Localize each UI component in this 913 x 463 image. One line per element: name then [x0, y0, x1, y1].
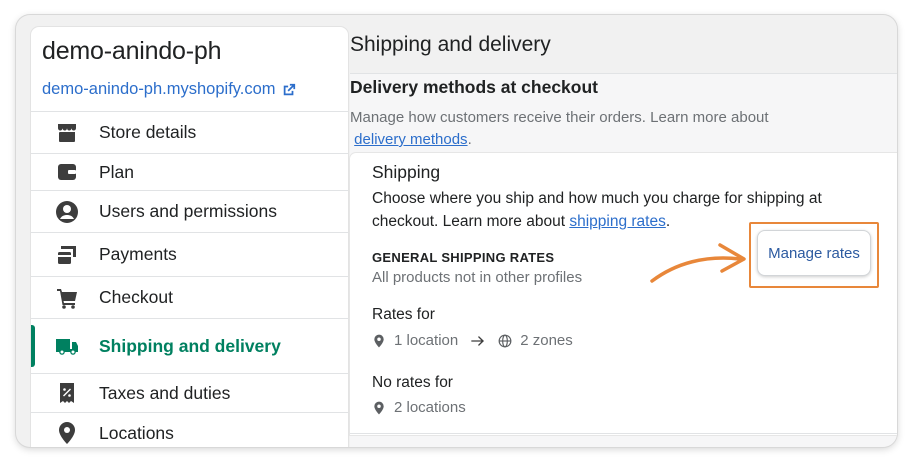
- sidebar-item-plan[interactable]: Plan: [31, 153, 348, 190]
- receipt-percent-icon: [54, 380, 80, 406]
- general-shipping-rates-subtitle: All products not in other profiles: [372, 269, 583, 286]
- no-rates-for-label: No rates for: [372, 374, 453, 391]
- user-icon: [54, 199, 80, 225]
- manage-rates-button[interactable]: Manage rates: [757, 230, 871, 276]
- location-pin-icon: [54, 420, 80, 446]
- store-url-link[interactable]: demo-anindo-ph.myshopify.com: [42, 80, 296, 99]
- app-window: demo-anindo-ph demo-anindo-ph.myshopify.…: [16, 15, 897, 447]
- card-divider: [350, 433, 897, 434]
- annotation-arrow-icon: [650, 243, 746, 283]
- general-shipping-rates-heading: GENERAL SHIPPING RATES: [372, 250, 555, 265]
- sidebar-item-label: Taxes and duties: [99, 382, 231, 403]
- store-icon: [54, 120, 80, 146]
- wallet-icon: [54, 159, 80, 185]
- settings-nav: Store details Plan Users and permissions…: [31, 111, 348, 447]
- sidebar-item-locations[interactable]: Locations: [31, 412, 348, 447]
- delivery-methods-link[interactable]: delivery methods: [354, 131, 467, 148]
- rates-for-label: Rates for: [372, 306, 435, 323]
- zone-count: 2 zones: [520, 332, 573, 349]
- sidebar-item-users-and-permissions[interactable]: Users and permissions: [31, 190, 348, 232]
- sidebar-item-label: Plan: [99, 161, 135, 182]
- page-title: Shipping and delivery: [350, 33, 551, 56]
- shipping-title: Shipping: [372, 162, 441, 182]
- location-pin-icon: [374, 401, 384, 414]
- settings-sidebar: demo-anindo-ph demo-anindo-ph.myshopify.…: [31, 27, 348, 447]
- cart-icon: [54, 285, 80, 311]
- sidebar-item-payments[interactable]: Payments: [31, 232, 348, 276]
- globe-icon: [498, 334, 512, 347]
- location-pin-icon: [374, 334, 384, 347]
- sidebar-item-label: Checkout: [99, 287, 173, 307]
- sidebar-item-label: Locations: [99, 422, 174, 443]
- sidebar-item-store-details[interactable]: Store details: [31, 111, 348, 153]
- location-count: 1 location: [394, 332, 459, 349]
- store-name: demo-anindo-ph: [42, 37, 222, 65]
- store-url-text: demo-anindo-ph.myshopify.com: [42, 80, 276, 98]
- sidebar-item-label: Shipping and delivery: [99, 335, 281, 356]
- no-rates-summary: 2 locations: [372, 399, 466, 416]
- sidebar-item-label: Store details: [99, 122, 197, 142]
- credit-card-icon: [54, 242, 80, 268]
- section-description: Manage how customers receive their order…: [350, 109, 769, 148]
- rates-for-summary: 1 location 2 zones: [372, 332, 573, 349]
- external-link-icon: [283, 83, 295, 95]
- sidebar-item-label: Payments: [99, 244, 177, 264]
- sidebar-item-label: Users and permissions: [99, 201, 277, 221]
- truck-icon: [54, 333, 80, 359]
- sidebar-item-checkout[interactable]: Checkout: [31, 276, 348, 318]
- section-description-text: Manage how customers receive their order…: [350, 109, 769, 126]
- sidebar-item-shipping-and-delivery[interactable]: Shipping and delivery: [31, 318, 348, 373]
- arrow-right-icon: [471, 335, 485, 346]
- section-title: Delivery methods at checkout: [350, 77, 598, 97]
- no-rates-location-count: 2 locations: [394, 399, 466, 416]
- sidebar-item-taxes-and-duties[interactable]: Taxes and duties: [31, 373, 348, 412]
